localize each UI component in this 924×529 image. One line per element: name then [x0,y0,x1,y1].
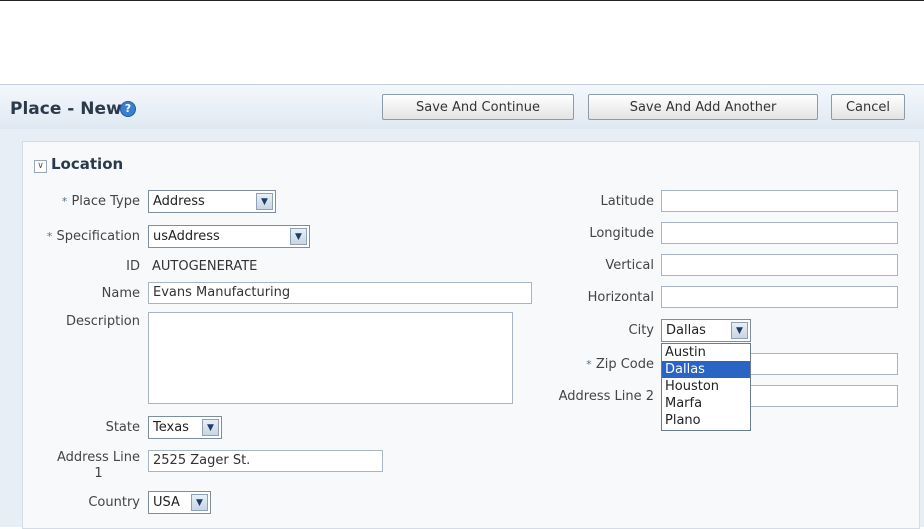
specification-select[interactable]: usAddress ▼ [148,225,310,248]
collapse-toggle-icon[interactable]: ∨ [34,160,47,173]
id-value: AUTOGENERATE [152,259,258,274]
state-select[interactable]: Texas ▼ [148,416,222,439]
address-line-1-input[interactable]: 2525 Zager St. [148,450,383,472]
name-input[interactable]: Evans Manufacturing [148,282,532,304]
cancel-button[interactable]: Cancel [831,94,905,120]
description-textarea[interactable] [148,312,513,404]
chevron-down-icon[interactable]: ▼ [202,419,219,436]
id-label: ID [126,259,140,274]
name-label: Name [101,286,140,301]
place-type-value: Address [153,194,205,209]
description-label: Description [65,314,140,329]
address-line-1-label: Address Line 1 [57,450,140,481]
specification-label: * Specification [46,229,140,244]
latitude-label: Latitude [600,194,654,209]
chevron-down-icon[interactable]: ▼ [290,228,307,245]
zip-code-label: * Zip Code [586,357,654,372]
vertical-label: Vertical [605,258,654,273]
country-value: USA [153,495,180,510]
specification-value: usAddress [153,229,220,244]
chevron-down-icon[interactable]: ▼ [191,494,208,511]
top-border [0,0,924,1]
longitude-label: Longitude [589,226,654,241]
country-label: Country [88,495,140,510]
page-title: Place - New [10,99,122,119]
city-select[interactable]: Dallas ▼ [661,319,751,342]
city-option-austin[interactable]: Austin [662,344,750,361]
address-line-2-label: Address Line 2 [558,389,654,404]
longitude-input[interactable] [661,222,898,244]
save-and-continue-button[interactable]: Save And Continue [382,94,574,120]
horizontal-input[interactable] [661,286,898,308]
city-dropdown-list: Austin Dallas Houston Marfa Plano [661,343,751,431]
horizontal-label: Horizontal [587,290,654,305]
chevron-down-icon[interactable]: ▼ [731,322,748,339]
required-marker: * [586,358,592,371]
city-option-marfa[interactable]: Marfa [662,395,750,412]
country-select[interactable]: USA ▼ [148,491,211,514]
city-option-plano[interactable]: Plano [662,412,750,429]
state-label: State [105,420,140,435]
city-option-dallas[interactable]: Dallas [662,361,750,378]
required-marker: * [61,195,68,208]
section-title: Location [51,155,124,173]
latitude-input[interactable] [661,190,898,212]
vertical-input[interactable] [661,254,898,276]
chevron-down-icon[interactable]: ▼ [256,193,273,210]
help-icon[interactable]: ? [120,101,136,117]
city-label: City [628,323,654,338]
city-option-houston[interactable]: Houston [662,378,750,395]
city-value: Dallas [666,323,706,338]
save-and-add-another-button[interactable]: Save And Add Another [588,94,818,120]
place-type-select[interactable]: Address ▼ [148,190,276,213]
state-value: Texas [153,420,189,435]
required-marker: * [46,230,53,243]
place-type-label: * Place Type [61,194,140,209]
